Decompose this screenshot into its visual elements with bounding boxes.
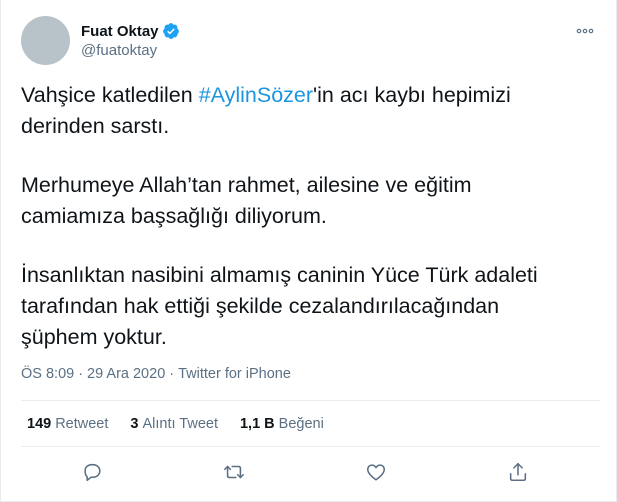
like-stat[interactable]: 1,1 B Beğeni [240, 416, 324, 432]
retweet-label: Retweet [55, 416, 109, 432]
divider [21, 400, 600, 401]
tweet-paragraph-1: Vahşice katledilen #AylinSözer'in acı ka… [21, 80, 581, 142]
quote-label: Alıntı Tweet [142, 416, 218, 432]
tweet-source[interactable]: Twitter for iPhone [178, 366, 291, 382]
tweet-stats: 149 Retweet 3 Alıntı Tweet 1,1 B Beğeni [27, 416, 346, 432]
retweet-icon[interactable] [221, 459, 247, 485]
meta-separator: · [169, 366, 175, 382]
tweet-text-segment: Vahşice katledilen [21, 83, 199, 107]
tweet-card: Fuat Oktay @fuatoktay Vahşice katledilen… [0, 0, 617, 502]
author-name[interactable]: Fuat Oktay [81, 23, 159, 40]
author-block: Fuat Oktay @fuatoktay [81, 21, 180, 59]
author-handle[interactable]: @fuatoktay [81, 42, 180, 59]
divider [21, 446, 600, 447]
tweet-meta: ÖS 8:09 · 29 Ara 2020 · Twitter for iPho… [21, 366, 291, 382]
quote-stat[interactable]: 3 Alıntı Tweet [130, 416, 218, 432]
name-row: Fuat Oktay [81, 21, 180, 41]
like-count: 1,1 B [239, 416, 275, 432]
tweet-time[interactable]: ÖS 8:09 [21, 366, 74, 382]
verified-badge-icon [162, 22, 180, 40]
reply-icon[interactable] [79, 459, 105, 485]
tweet-date[interactable]: 29 Ara 2020 [87, 366, 165, 382]
quote-count: 3 [130, 416, 139, 432]
heart-icon[interactable] [363, 459, 389, 485]
tweet-paragraph-3: İnsanlıktan nasibini almamış caninin Yüc… [21, 263, 538, 349]
tweet-header: Fuat Oktay @fuatoktay [21, 16, 600, 66]
share-icon[interactable] [505, 459, 531, 485]
meta-separator: · [78, 366, 84, 382]
avatar[interactable] [21, 16, 70, 65]
hashtag-link[interactable]: #AylinSözer [199, 83, 313, 107]
tweet-actions [79, 459, 531, 485]
tweet-text: Vahşice katledilen #AylinSözer'in acı ka… [21, 80, 581, 381]
retweet-stat[interactable]: 149 Retweet [27, 416, 108, 432]
tweet-paragraph-2: Merhumeye Allah’tan rahmet, ailesine ve … [21, 173, 472, 228]
like-label: Beğeni [278, 416, 324, 432]
more-options-icon[interactable] [574, 20, 596, 42]
retweet-count: 149 [27, 416, 52, 432]
